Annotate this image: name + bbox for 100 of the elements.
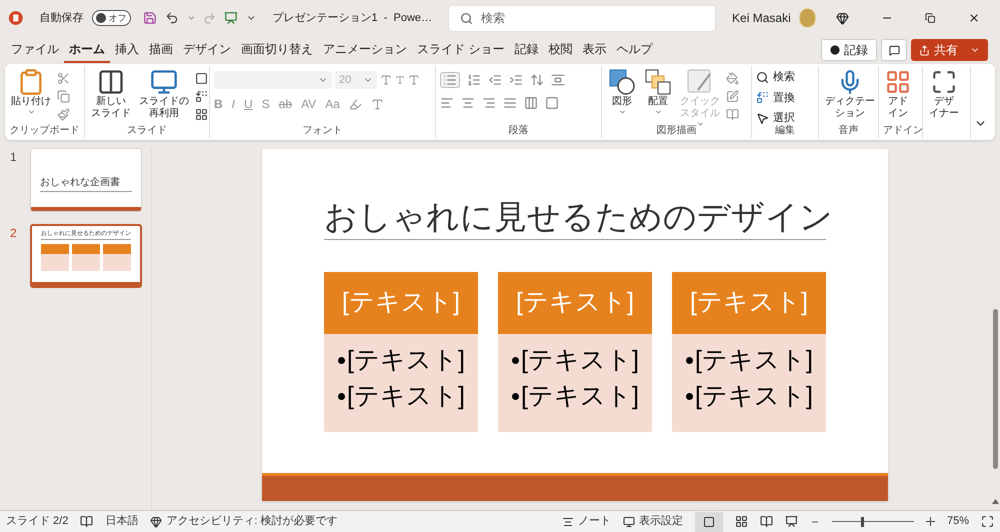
share-button[interactable]: 共有 [911,39,988,61]
align-right-icon[interactable] [482,96,496,110]
editing-button[interactable]: 選択 [756,110,795,126]
clear-format-icon[interactable] [408,74,420,86]
highlighter-icon[interactable] [348,98,362,110]
restore-icon[interactable] [925,12,936,24]
bullet-text: [テキスト] [512,342,652,378]
editing-button[interactable]: 検索 [756,69,795,86]
zoom-slider[interactable] [832,516,914,528]
menu-tab[interactable]: 挿入 [110,37,144,63]
cut-icon[interactable] [57,72,70,85]
group-label: 段落 [508,124,530,138]
group-label: クリップボード [9,124,80,138]
format-painter-icon[interactable] [57,108,70,121]
menu-tab[interactable]: 描画 [144,37,178,63]
normal-view-button[interactable] [694,512,723,532]
layout-icon[interactable] [195,72,208,85]
pointer-icon [756,112,769,125]
outline-icon[interactable] [726,90,739,103]
new-slide-button[interactable]: 新しい スライド [89,68,133,120]
numbering-icon[interactable] [467,73,481,87]
search-icon [756,70,769,84]
decrease-indent-icon[interactable] [488,73,502,87]
columns-icon[interactable] [524,96,538,110]
group-label: 編集 [774,124,796,138]
thumbnail-title: おしゃれな企画書 [40,176,121,188]
slide-thumbnail[interactable]: おしゃれな企画書 [30,148,142,212]
user-name: Kei Masaki [732,10,791,27]
caret-icon [26,108,36,116]
slide-sorter-icon[interactable] [734,515,748,528]
menu-tab[interactable]: スライド ショー [412,37,510,63]
text-direction-icon[interactable] [551,73,565,87]
arrange-button[interactable]: 配置 [642,68,674,116]
bullet-text: [テキスト] [512,378,652,414]
designer-button[interactable]: デザ イナー [927,68,961,120]
premium-icon[interactable] [836,10,850,26]
comments-button[interactable] [881,39,907,61]
editing-button[interactable]: 置換 [756,90,795,106]
zoom-reading[interactable]: 75% [946,513,969,530]
redo-icon[interactable] [203,10,216,26]
menu-tab[interactable]: ヘルプ [611,37,658,63]
paste-button[interactable]: 貼り付け [9,68,53,116]
reuse-slides-button[interactable]: スライドの 再利用 [137,68,191,120]
thumbnail-card [72,244,100,271]
language-label[interactable]: 日本語 [105,513,138,530]
reading-view-icon[interactable] [760,515,773,528]
font-name-field[interactable] [214,71,332,89]
present-icon[interactable] [224,10,238,26]
display-settings-button[interactable]: 表示設定 [622,513,683,530]
scroll-arrow-icon[interactable] [992,499,998,504]
slideshow-icon[interactable] [784,515,798,528]
shapes-button[interactable]: 図形 [606,68,638,116]
menu-tab[interactable]: 表示 [577,37,612,63]
group-label: フォント [302,124,344,138]
caret-icon [696,120,704,128]
thumbnail-card [41,244,69,271]
increase-indent-icon[interactable] [509,73,523,87]
zoom-thumb[interactable] [861,516,864,526]
menu-tab[interactable]: 画面切り替え [236,37,318,63]
reset-icon[interactable] [195,90,208,103]
grow-font-icon[interactable] [380,74,392,86]
new-slide-icon [97,68,125,96]
notes-button[interactable]: ノート [562,513,611,530]
addins-button[interactable]: アド イン [883,68,913,120]
align-center-icon[interactable] [461,96,475,110]
thumbnail-card [103,244,131,271]
fit-to-window-icon[interactable] [981,515,994,528]
menu-tab[interactable]: デザイン [178,37,236,63]
search-field[interactable]: 検索 [448,4,716,32]
addins-icon [885,69,911,95]
justify-icon[interactable] [503,96,517,110]
save-icon[interactable] [142,10,157,26]
dictate-button[interactable]: ディクテー ション [823,68,877,120]
zoom-in-icon[interactable] [926,517,935,526]
share-icon [919,44,930,56]
card-header: [テキスト] [672,272,826,334]
autosave-toggle[interactable]: オフ [92,10,131,26]
menu-tab[interactable]: アニメーション [318,37,412,63]
align-left-icon[interactable] [440,96,454,110]
record-button[interactable]: 記録 [821,39,877,61]
menu-tab[interactable]: 記録 [509,37,544,63]
undo-icon[interactable] [164,10,179,26]
fill-icon[interactable] [726,72,739,85]
menu-tab[interactable]: ファイル [6,37,64,63]
font-color-icon[interactable] [370,98,384,110]
avatar[interactable] [798,8,816,28]
display-icon [622,516,635,528]
shrink-font-icon[interactable] [395,75,405,85]
copy-icon[interactable] [57,90,70,103]
caret-icon [618,108,626,116]
bullet-text: [テキスト] [686,378,826,414]
bullet-text: [テキスト] [338,378,478,414]
caret-icon [654,108,662,116]
accessibility-button[interactable]: アクセシビリティ: 検討が必要です [150,513,338,530]
slide-number: 1 [10,149,18,166]
menu-tab[interactable]: 校閲 [543,37,578,63]
section-icon[interactable] [195,108,208,121]
group-label: スライド [126,124,168,138]
bullets-button[interactable] [440,72,460,88]
line-spacing-icon[interactable] [530,73,544,87]
